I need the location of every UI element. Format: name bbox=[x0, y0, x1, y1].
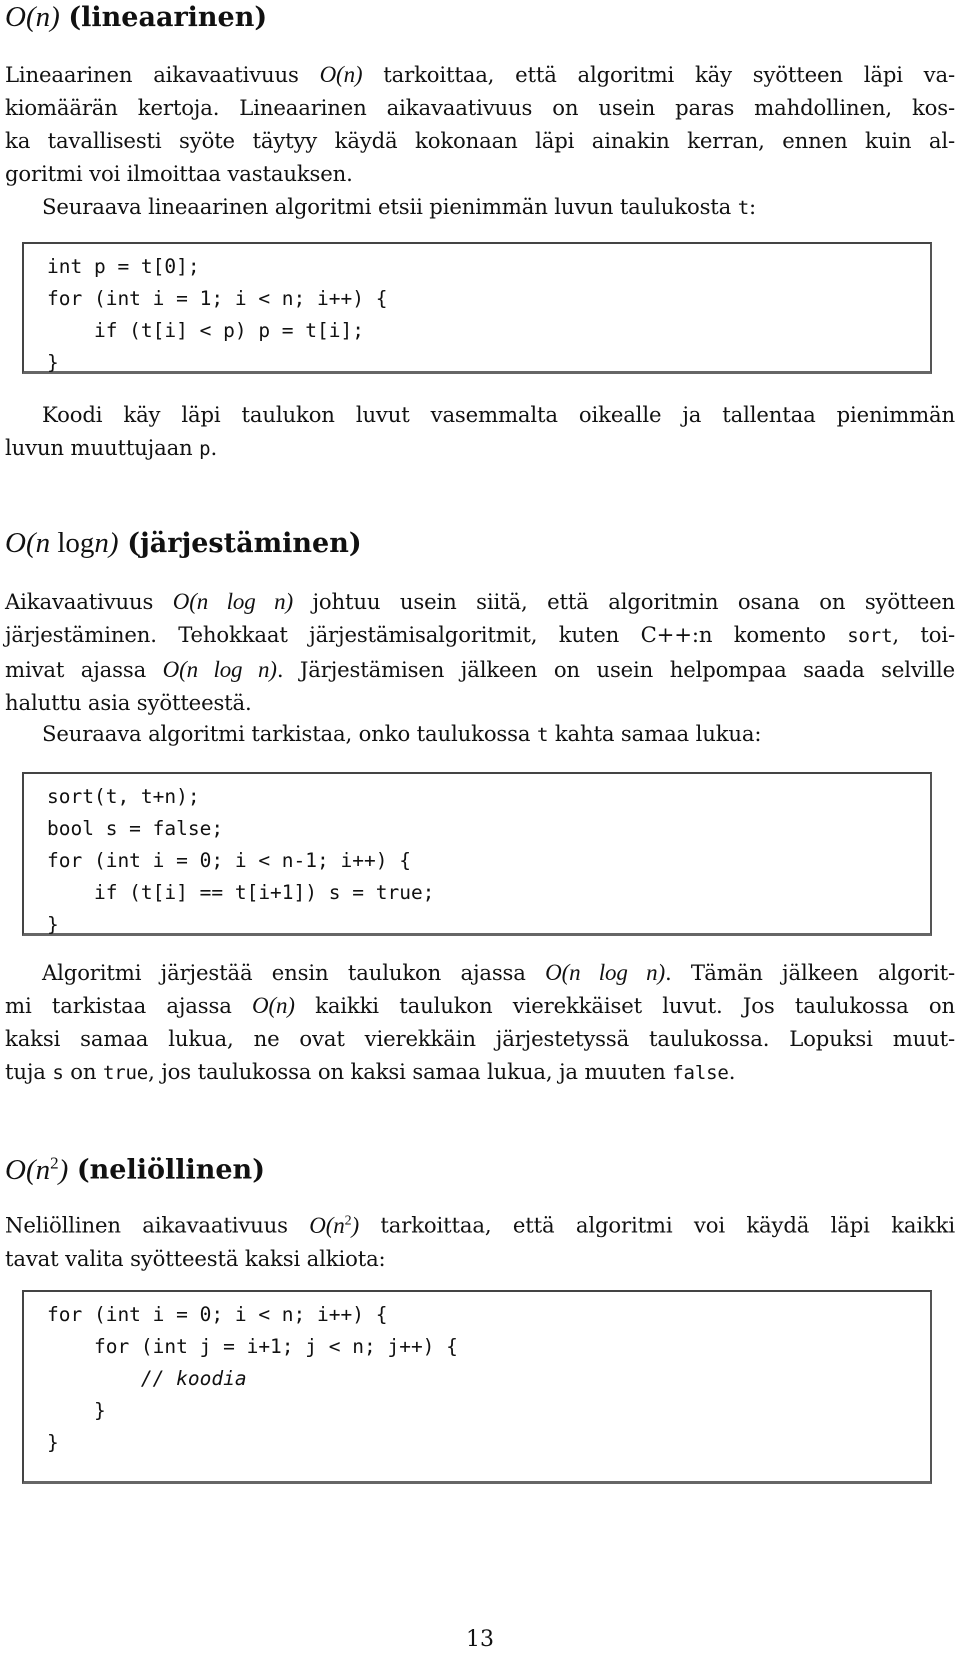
section-heading-sorting: O(n logn) (järjestäminen) bbox=[5, 526, 362, 561]
text-line: Koodi käy läpi taulukon luvut vasemmalta… bbox=[42, 402, 955, 427]
code-block-sorting: sort(t, t+n); bool s = false; for (int i… bbox=[22, 772, 932, 936]
text-line: tuja s on true, jos taulukossa on kaksi … bbox=[5, 1059, 736, 1084]
heading-title: (neliöllinen) bbox=[76, 1154, 265, 1186]
heading-title: (järjestäminen) bbox=[127, 528, 362, 559]
heading-math: O(n logn) bbox=[5, 527, 119, 559]
text-line: Lineaarinen aikavaativuus O(n) tarkoitta… bbox=[5, 62, 955, 87]
paragraph-linear-intro: Lineaarinen aikavaativuus O(n) tarkoitta… bbox=[5, 58, 955, 190]
text-line: mi tarkistaa ajassa O(n) kaikki taulukon… bbox=[5, 993, 955, 1018]
math-inline: O(n) bbox=[319, 62, 363, 87]
code-line: } bbox=[47, 913, 59, 936]
paragraph-sorting-example-intro: Seuraava algoritmi tarkistaa, onko taulu… bbox=[42, 721, 762, 746]
code-block-quadratic: for (int i = 0; i < n; i++) { for (int j… bbox=[22, 1290, 932, 1484]
code-block-linear: int p = t[0]; for (int i = 1; i < n; i++… bbox=[22, 242, 932, 374]
text-line: kaksi samaa lukua, ne ovat vierekkäin jä… bbox=[5, 1026, 955, 1051]
code-comment: // koodia bbox=[47, 1367, 247, 1390]
text-line: ka tavallisesti syöte täytyy käydä kokon… bbox=[5, 128, 955, 153]
text-line: luvun muuttujaan p. bbox=[5, 435, 218, 460]
text-line: Neliöllinen aikavaativuus O(n2) tarkoitt… bbox=[5, 1212, 955, 1238]
text-line: haluttu asia syötteestä. bbox=[5, 690, 252, 715]
code-line: for (int j = i+1; j < n; j++) { bbox=[47, 1335, 458, 1358]
paragraph-linear-explanation: Koodi käy läpi taulukon luvut vasemmalta… bbox=[5, 398, 955, 466]
paragraph-quadratic-intro: Neliöllinen aikavaativuus O(n2) tarkoitt… bbox=[5, 1204, 955, 1275]
document-page: O(n) (lineaarinen) Lineaarinen aikavaati… bbox=[0, 0, 960, 1669]
code-line: sort(t, t+n); bbox=[47, 785, 200, 808]
inline-code: p bbox=[199, 438, 211, 460]
code-line: if (t[i] == t[i+1]) s = true; bbox=[47, 881, 435, 904]
text-line: Algoritmi järjestää ensin taulukon ajass… bbox=[42, 960, 955, 985]
paragraph-linear-example-intro: Seuraava lineaarinen algoritmi etsii pie… bbox=[42, 194, 757, 219]
text-line: Aikavaativuus O(n log n) johtuu usein si… bbox=[5, 589, 955, 614]
code-line: for (int i = 0; i < n-1; i++) { bbox=[47, 849, 411, 872]
code-line: } bbox=[47, 1399, 106, 1422]
code-line: } bbox=[47, 1431, 59, 1454]
paragraph-sorting-intro: Aikavaativuus O(n log n) johtuu usein si… bbox=[5, 585, 955, 719]
inline-code: t bbox=[737, 197, 750, 219]
text-line: järjestäminen. Tehokkaat järjestämisalgo… bbox=[5, 622, 955, 647]
text-line: goritmi voi ilmoittaa vastauksen. bbox=[5, 161, 353, 186]
inline-code: t bbox=[536, 724, 549, 746]
section-heading-linear: O(n) (lineaarinen) bbox=[5, 0, 267, 35]
code-line: for (int i = 1; i < n; i++) { bbox=[47, 287, 388, 310]
text-line: tavat valita syötteestä kaksi alkiota: bbox=[5, 1245, 386, 1271]
heading-title: (lineaarinen) bbox=[68, 2, 268, 33]
inline-code: false bbox=[672, 1062, 729, 1084]
math-inline: O(n2) bbox=[309, 1212, 359, 1238]
inline-code: s bbox=[52, 1062, 64, 1084]
code-line: int p = t[0]; bbox=[47, 255, 200, 278]
page-number: 13 bbox=[466, 1627, 494, 1652]
code-line: } bbox=[47, 351, 59, 374]
code-line: bool s = false; bbox=[47, 817, 224, 840]
heading-math: O(n) bbox=[5, 1, 60, 33]
paragraph-sorting-explanation: Algoritmi järjestää ensin taulukon ajass… bbox=[5, 956, 955, 1090]
heading-math: O(n2) bbox=[5, 1153, 69, 1186]
code-line: if (t[i] < p) p = t[i]; bbox=[47, 319, 364, 342]
math-inline: O(n log n) bbox=[172, 589, 293, 614]
text-line: mivat ajassa O(n log n). Järjestämisen j… bbox=[5, 657, 956, 682]
inline-code: true bbox=[102, 1062, 149, 1084]
math-inline: O(n log n) bbox=[545, 960, 665, 985]
math-inline: O(n log n) bbox=[162, 657, 277, 682]
math-inline: O(n) bbox=[251, 993, 295, 1018]
code-line: for (int i = 0; i < n; i++) { bbox=[47, 1303, 388, 1326]
section-heading-quadratic: O(n2) (neliöllinen) bbox=[5, 1146, 265, 1188]
text-line: kiomäärän kertoja. Lineaarinen aikavaati… bbox=[5, 95, 955, 120]
inline-code: sort bbox=[847, 625, 893, 647]
